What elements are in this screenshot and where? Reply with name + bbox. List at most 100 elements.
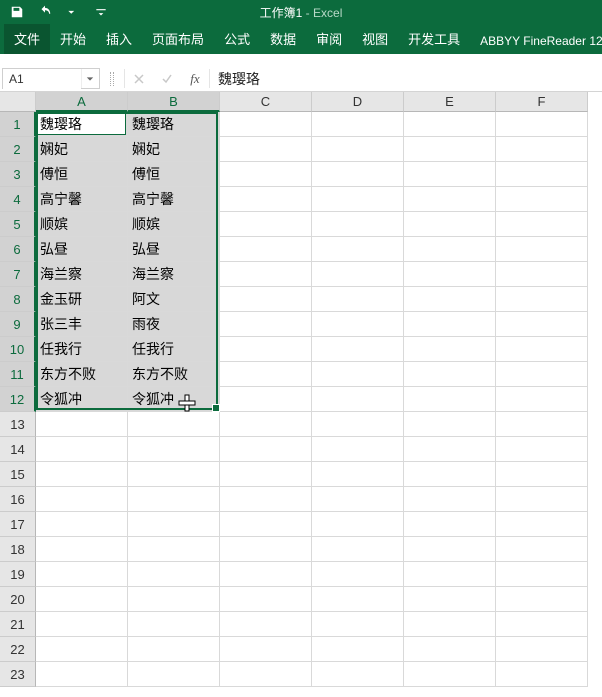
cell-C12[interactable] (220, 387, 312, 412)
cell-F1[interactable] (496, 112, 588, 137)
cell-C5[interactable] (220, 212, 312, 237)
cell-A22[interactable] (36, 637, 128, 662)
cell-D8[interactable] (312, 287, 404, 312)
row-header-6[interactable]: 6 (0, 237, 36, 262)
cell-A21[interactable] (36, 612, 128, 637)
tab-insert[interactable]: 插入 (96, 23, 142, 54)
cell-B14[interactable] (128, 437, 220, 462)
cell-F11[interactable] (496, 362, 588, 387)
tab-data[interactable]: 数据 (260, 23, 306, 54)
row-header-16[interactable]: 16 (0, 487, 36, 512)
cell-E14[interactable] (404, 437, 496, 462)
row-header-7[interactable]: 7 (0, 262, 36, 287)
save-icon[interactable] (6, 2, 28, 22)
cell-E10[interactable] (404, 337, 496, 362)
qat-customize-icon[interactable] (90, 2, 112, 22)
cell-D13[interactable] (312, 412, 404, 437)
cell-D22[interactable] (312, 637, 404, 662)
cell-F19[interactable] (496, 562, 588, 587)
cell-A1[interactable]: 魏璎珞 (36, 112, 128, 137)
row-header-9[interactable]: 9 (0, 312, 36, 337)
cell-F14[interactable] (496, 437, 588, 462)
name-box[interactable] (2, 68, 100, 89)
row-header-20[interactable]: 20 (0, 587, 36, 612)
cell-F16[interactable] (496, 487, 588, 512)
cell-A6[interactable]: 弘昼 (36, 237, 128, 262)
tab-review[interactable]: 审阅 (306, 23, 352, 54)
cell-A23[interactable] (36, 662, 128, 687)
redo-dropdown-icon[interactable] (62, 2, 84, 22)
cell-A5[interactable]: 顺嫔 (36, 212, 128, 237)
cell-F15[interactable] (496, 462, 588, 487)
cell-E23[interactable] (404, 662, 496, 687)
cell-E22[interactable] (404, 637, 496, 662)
cell-B2[interactable]: 娴妃 (128, 137, 220, 162)
cell-D17[interactable] (312, 512, 404, 537)
cell-C23[interactable] (220, 662, 312, 687)
cell-C9[interactable] (220, 312, 312, 337)
cell-F21[interactable] (496, 612, 588, 637)
cell-F12[interactable] (496, 387, 588, 412)
cell-C20[interactable] (220, 587, 312, 612)
cell-B16[interactable] (128, 487, 220, 512)
cell-E5[interactable] (404, 212, 496, 237)
cell-D3[interactable] (312, 162, 404, 187)
cell-E2[interactable] (404, 137, 496, 162)
column-header-D[interactable]: D (312, 92, 404, 112)
cell-A8[interactable]: 金玉研 (36, 287, 128, 312)
cell-A7[interactable]: 海兰察 (36, 262, 128, 287)
row-header-10[interactable]: 10 (0, 337, 36, 362)
cell-F4[interactable] (496, 187, 588, 212)
cell-E9[interactable] (404, 312, 496, 337)
tab-abbyy[interactable]: ABBYY FineReader 12 (470, 28, 602, 54)
cell-D21[interactable] (312, 612, 404, 637)
cell-C7[interactable] (220, 262, 312, 287)
cell-B1[interactable]: 魏璎珞 (128, 112, 220, 137)
cell-D4[interactable] (312, 187, 404, 212)
cell-E11[interactable] (404, 362, 496, 387)
cell-D14[interactable] (312, 437, 404, 462)
cell-E15[interactable] (404, 462, 496, 487)
column-header-C[interactable]: C (220, 92, 312, 112)
cell-A17[interactable] (36, 512, 128, 537)
cell-B5[interactable]: 顺嫔 (128, 212, 220, 237)
cell-D20[interactable] (312, 587, 404, 612)
row-header-21[interactable]: 21 (0, 612, 36, 637)
cell-E21[interactable] (404, 612, 496, 637)
cell-E18[interactable] (404, 537, 496, 562)
cell-C17[interactable] (220, 512, 312, 537)
formula-input[interactable] (210, 66, 602, 91)
cell-F13[interactable] (496, 412, 588, 437)
cell-D5[interactable] (312, 212, 404, 237)
tab-home[interactable]: 开始 (50, 23, 96, 54)
row-header-15[interactable]: 15 (0, 462, 36, 487)
cell-C11[interactable] (220, 362, 312, 387)
row-header-19[interactable]: 19 (0, 562, 36, 587)
tab-view[interactable]: 视图 (352, 23, 398, 54)
name-box-dropdown-icon[interactable] (81, 69, 97, 88)
name-box-input[interactable] (3, 69, 81, 89)
cell-E20[interactable] (404, 587, 496, 612)
cell-A3[interactable]: 傅恒 (36, 162, 128, 187)
cell-A11[interactable]: 东方不败 (36, 362, 128, 387)
cell-F10[interactable] (496, 337, 588, 362)
cell-B19[interactable] (128, 562, 220, 587)
row-header-14[interactable]: 14 (0, 437, 36, 462)
cell-D16[interactable] (312, 487, 404, 512)
cell-F5[interactable] (496, 212, 588, 237)
column-header-B[interactable]: B (128, 92, 220, 112)
cell-A18[interactable] (36, 537, 128, 562)
cell-C8[interactable] (220, 287, 312, 312)
cell-B20[interactable] (128, 587, 220, 612)
cell-E6[interactable] (404, 237, 496, 262)
cell-grid[interactable]: 魏璎珞魏璎珞娴妃娴妃傅恒傅恒高宁馨高宁馨顺嫔顺嫔弘昼弘昼海兰察海兰察金玉研阿文张… (36, 112, 588, 687)
cell-E19[interactable] (404, 562, 496, 587)
cell-C10[interactable] (220, 337, 312, 362)
row-header-3[interactable]: 3 (0, 162, 36, 187)
cell-E7[interactable] (404, 262, 496, 287)
cell-F9[interactable] (496, 312, 588, 337)
cell-F17[interactable] (496, 512, 588, 537)
row-header-11[interactable]: 11 (0, 362, 36, 387)
cell-E1[interactable] (404, 112, 496, 137)
cell-C22[interactable] (220, 637, 312, 662)
